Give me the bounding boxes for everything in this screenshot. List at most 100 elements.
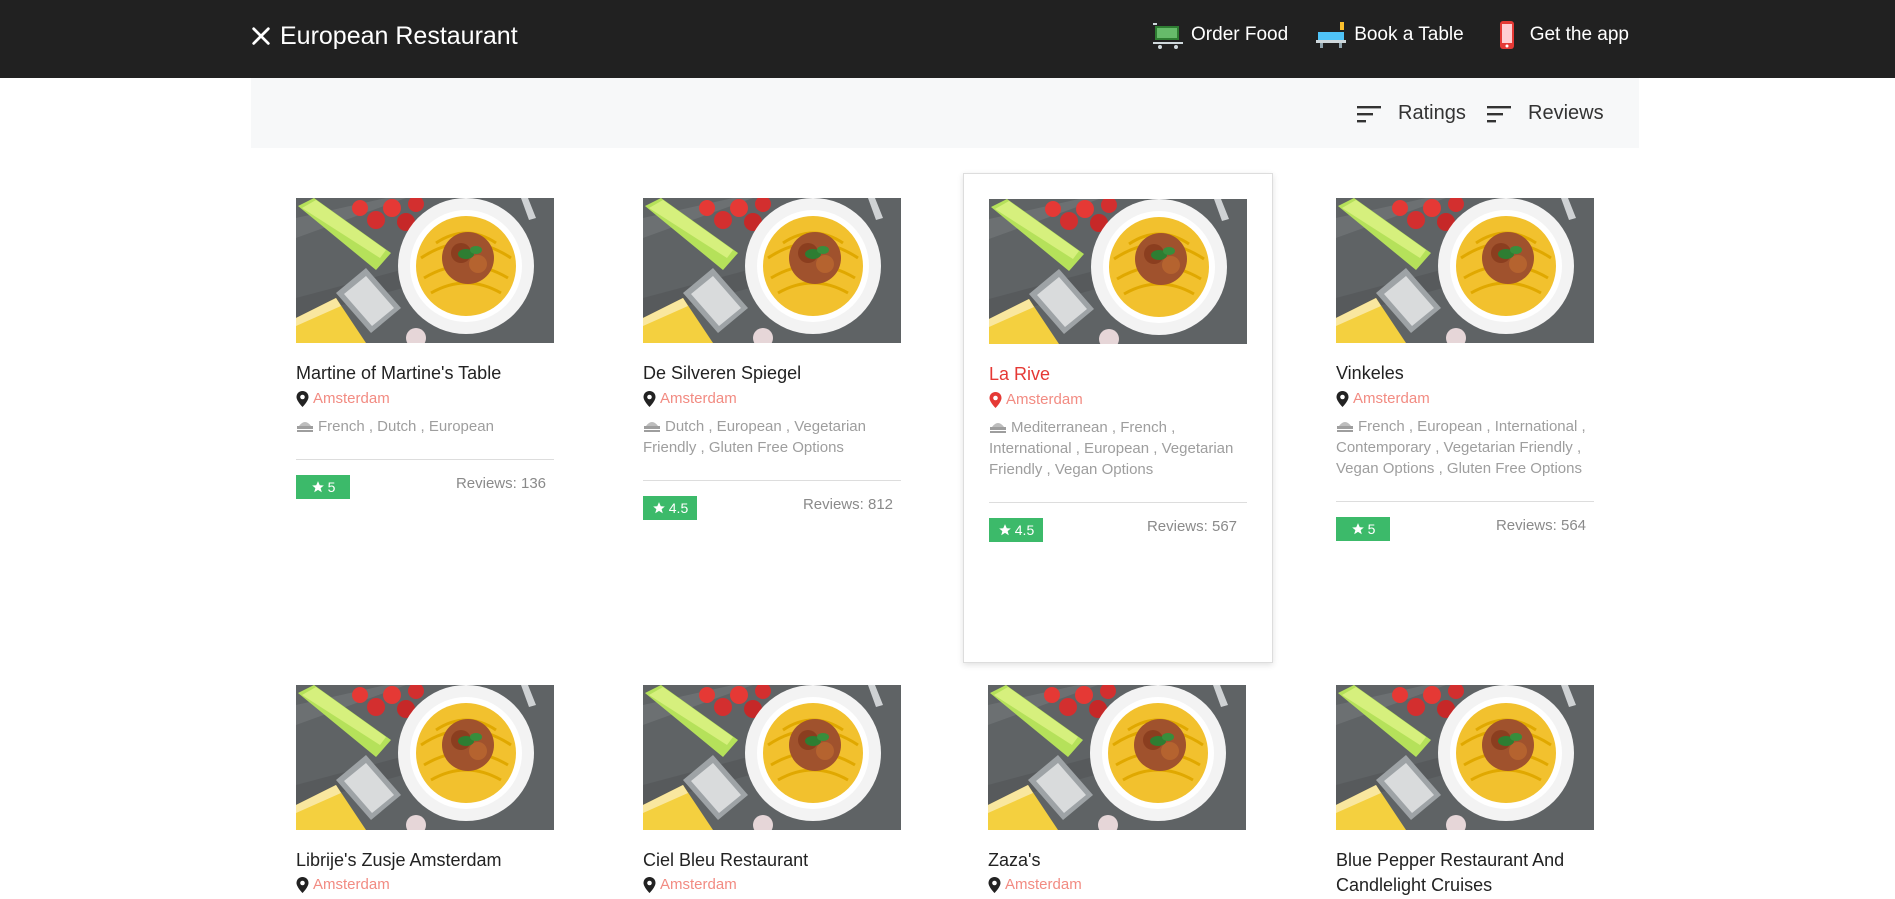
restaurant-image[interactable] [989, 199, 1247, 344]
food-image [643, 685, 901, 830]
cuisine-icon [1337, 422, 1353, 432]
map-pin-icon [988, 876, 1001, 893]
sort-icon [1487, 105, 1511, 122]
brand-link[interactable]: European Restaurant [250, 22, 518, 51]
cuisine-icon [990, 423, 1006, 433]
sort-reviews-label: Reviews [1528, 102, 1604, 124]
restaurant-location: Amsterdam [296, 876, 390, 893]
restaurant-name[interactable]: Vinkeles [1336, 361, 1606, 386]
restaurant-location: Amsterdam [988, 876, 1082, 893]
restaurant-cuisines: French , European , International , Cont… [1336, 416, 1594, 479]
restaurant-location: Amsterdam [1336, 390, 1430, 407]
nav-book-table-label: Book a Table [1354, 24, 1464, 45]
map-pin-icon [643, 390, 656, 407]
restaurant-name[interactable]: Librije's Zusje Amsterdam [296, 848, 566, 873]
food-image [989, 199, 1247, 344]
sort-by-reviews[interactable]: Reviews [1486, 102, 1604, 125]
restaurant-location: Amsterdam [296, 390, 390, 407]
restaurant-cuisines: Mediterranean , French , International ,… [989, 417, 1247, 480]
nav-get-app[interactable]: Get the app [1490, 20, 1629, 50]
restaurant-name[interactable]: Blue Pepper Restaurant And Candlelight C… [1336, 848, 1606, 898]
sort-icon [1357, 105, 1381, 122]
table-icon [1316, 22, 1347, 48]
restaurant-image[interactable] [643, 685, 901, 830]
review-count: Reviews: 136 [455, 475, 546, 492]
rating-badge: 5 [1336, 517, 1390, 541]
restaurant-name[interactable]: Martine of Martine's Table [296, 361, 566, 386]
nav-book-table[interactable]: Book a Table [1314, 20, 1464, 50]
city-label: Amsterdam [313, 876, 390, 893]
top-nav: Order Food Book a Table Get the app [1151, 20, 1629, 50]
card-divider [643, 480, 901, 481]
city-label: Amsterdam [1006, 391, 1083, 408]
rating-badge: 4.5 [989, 518, 1043, 542]
star-icon [652, 502, 665, 514]
food-image [1336, 685, 1594, 830]
sort-by-ratings[interactable]: Ratings [1356, 102, 1466, 125]
review-count: Reviews: 567 [1146, 518, 1237, 535]
map-pin-icon [643, 876, 656, 893]
restaurant-image[interactable] [296, 685, 554, 830]
star-icon [1351, 523, 1364, 535]
restaurant-image[interactable] [643, 198, 901, 343]
cuisine-list: French , Dutch , European [318, 418, 494, 435]
sort-bar: Ratings Reviews [251, 78, 1639, 148]
restaurant-cuisines: Dutch , European , Vegetarian Friendly ,… [643, 416, 901, 458]
food-image [296, 198, 554, 343]
rating-value: 4.5 [668, 500, 689, 516]
restaurant-name[interactable]: La Rive [989, 362, 1259, 387]
cart-icon [1153, 23, 1184, 49]
restaurant-cuisines: French , Dutch , European [296, 416, 554, 437]
restaurant-card[interactable]: De Silveren Spiegel Amsterdam Dutch , Eu… [618, 173, 928, 663]
restaurant-card[interactable]: Blue Pepper Restaurant And Candlelight C… [1311, 660, 1621, 899]
map-pin-icon [296, 876, 309, 893]
map-pin-icon [1336, 390, 1349, 407]
restaurant-card[interactable]: Ciel Bleu Restaurant Amsterdam [618, 660, 928, 899]
restaurant-name[interactable]: De Silveren Spiegel [643, 361, 913, 386]
city-label: Amsterdam [1005, 876, 1082, 893]
rating-badge: 4.5 [643, 496, 697, 520]
nav-order-food[interactable]: Order Food [1151, 20, 1288, 50]
nav-get-app-label: Get the app [1529, 24, 1629, 45]
restaurant-image[interactable] [1336, 685, 1594, 830]
rating-value: 5 [1367, 521, 1376, 537]
restaurant-location: Amsterdam [643, 390, 737, 407]
top-navbar: European Restaurant Order Food Book a Ta… [0, 0, 1895, 78]
restaurant-location: Amsterdam [643, 876, 737, 893]
review-count: Reviews: 812 [802, 496, 893, 513]
map-pin-icon [989, 391, 1002, 408]
city-label: Amsterdam [660, 876, 737, 893]
rating-value: 5 [327, 479, 336, 495]
cuisine-list: Dutch , European , Vegetarian Friendly ,… [643, 418, 866, 456]
food-image [643, 198, 901, 343]
card-divider [296, 459, 554, 460]
food-image [988, 685, 1246, 830]
star-icon [311, 481, 324, 493]
restaurant-image[interactable] [296, 198, 554, 343]
restaurant-image[interactable] [1336, 198, 1594, 343]
city-label: Amsterdam [313, 390, 390, 407]
restaurant-card[interactable]: Vinkeles Amsterdam French , European , I… [1311, 173, 1621, 663]
restaurant-name[interactable]: Zaza's [988, 848, 1258, 873]
nav-order-food-label: Order Food [1191, 24, 1289, 45]
food-image [296, 685, 554, 830]
restaurant-card[interactable]: Zaza's Amsterdam [963, 660, 1273, 899]
card-divider [989, 502, 1247, 503]
city-label: Amsterdam [1353, 390, 1430, 407]
city-label: Amsterdam [660, 390, 737, 407]
restaurant-name[interactable]: Ciel Bleu Restaurant [643, 848, 913, 873]
star-icon [998, 524, 1011, 536]
cuisine-icon [644, 422, 660, 432]
restaurant-location: Amsterdam [989, 391, 1083, 408]
rating-badge: 5 [296, 475, 350, 499]
restaurant-image[interactable] [988, 685, 1246, 830]
restaurant-card[interactable]: La Rive Amsterdam Mediterranean , French… [963, 173, 1273, 663]
phone-icon [1499, 21, 1514, 49]
card-divider [1336, 501, 1594, 502]
restaurant-card[interactable]: Martine of Martine's Table Amsterdam Fre… [271, 173, 581, 663]
map-pin-icon [296, 390, 309, 407]
cuisine-list: French , European , International , Cont… [1336, 418, 1586, 477]
restaurant-card[interactable]: Librije's Zusje Amsterdam Amsterdam [271, 660, 581, 899]
sort-ratings-label: Ratings [1398, 102, 1466, 124]
food-image [1336, 198, 1594, 343]
